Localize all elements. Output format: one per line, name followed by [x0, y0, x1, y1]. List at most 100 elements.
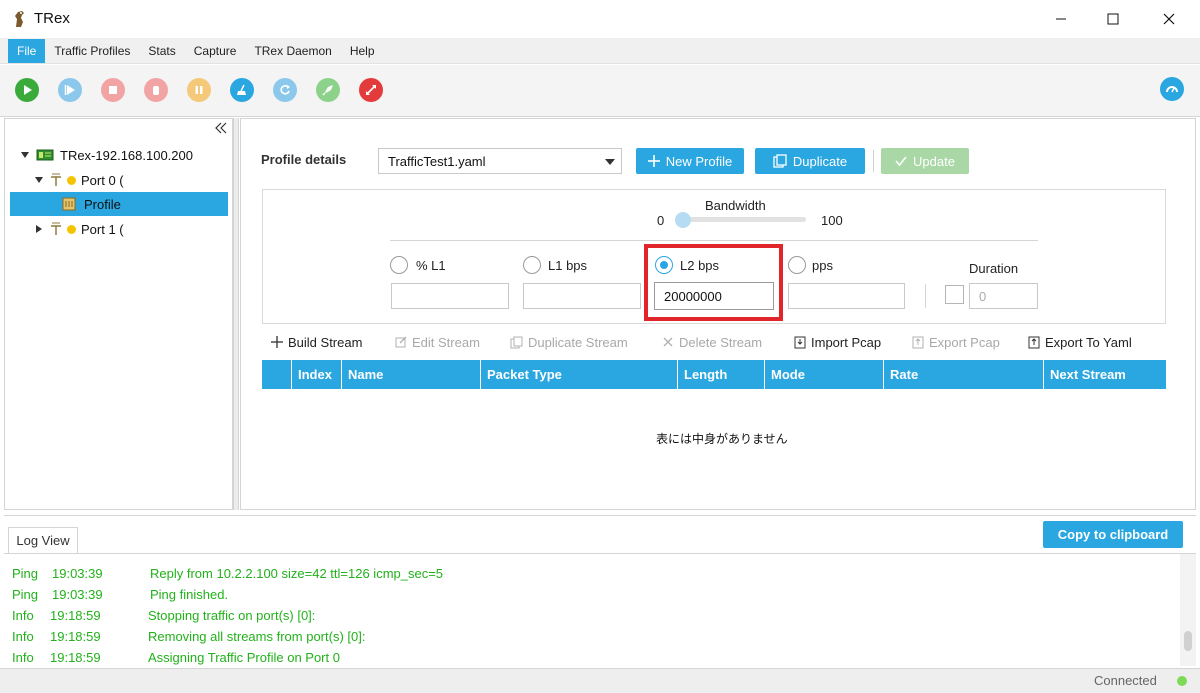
menu-traffic-profiles[interactable]: Traffic Profiles — [45, 39, 139, 63]
edit-stream-button[interactable]: Edit Stream — [395, 334, 480, 350]
bandwidth-label: Bandwidth — [705, 198, 766, 213]
log-view-tab[interactable]: Log View — [8, 527, 78, 553]
resume-icon — [64, 85, 75, 95]
log-time: 19:03:39 — [52, 587, 103, 602]
l1-percent-input[interactable] — [391, 283, 509, 309]
streams-table-header: Index Name Packet Type Length Mode Rate … — [262, 360, 1166, 389]
column-next-stream[interactable]: Next Stream — [1043, 360, 1166, 389]
main-toolbar — [0, 65, 1200, 117]
collapse-panel-icon[interactable] — [214, 122, 228, 134]
status-bar: Connected — [0, 668, 1200, 693]
close-icon — [663, 337, 673, 347]
tree-item-profile[interactable]: Profile — [10, 192, 228, 216]
check-icon — [895, 156, 907, 167]
radio-pps[interactable] — [788, 256, 806, 274]
l2-bps-value: 20000000 — [664, 288, 722, 304]
log-message: Removing all streams from port(s) [0]: — [148, 629, 366, 644]
column-index[interactable]: Index — [291, 360, 341, 389]
menu-capture[interactable]: Capture — [185, 39, 246, 63]
radio-l2-bps[interactable] — [655, 256, 673, 274]
menu-stats[interactable]: Stats — [139, 39, 184, 63]
window-title: TRex — [34, 10, 70, 27]
dashboard-button[interactable] — [1160, 77, 1184, 101]
log-time: 19:03:39 — [52, 566, 103, 581]
hand-stop-icon — [153, 86, 159, 95]
l2-bps-input[interactable]: 20000000 — [654, 282, 774, 310]
profile-select[interactable]: TrafficTest1.yaml — [378, 148, 622, 174]
pause-button[interactable] — [187, 78, 211, 102]
log-message: Ping finished. — [150, 587, 229, 602]
tree-item-server[interactable]: TRex-192.168.100.200 — [20, 143, 193, 167]
profile-select-value: TrafficTest1.yaml — [388, 153, 486, 169]
tree-port1-label: Port 1 ( — [81, 221, 124, 237]
expand-down-icon — [35, 177, 43, 183]
radio-l1-bps[interactable] — [523, 256, 541, 274]
copy-to-clipboard-button[interactable]: Copy to clipboard — [1043, 521, 1183, 548]
log-text-area[interactable]: Ping 19:03:39 Reply from 10.2.2.100 size… — [4, 553, 1196, 667]
start-button[interactable] — [15, 78, 39, 102]
new-profile-button[interactable]: New Profile — [636, 148, 744, 174]
log-level: Info — [12, 629, 34, 644]
table-empty-message: 表には中身がありません — [656, 432, 788, 446]
refresh-button[interactable] — [273, 78, 297, 102]
close-button[interactable] — [1146, 0, 1192, 38]
bandwidth-max-label: 100 — [821, 213, 843, 228]
radio-l1-percent[interactable] — [390, 256, 408, 274]
port-antenna-icon — [51, 173, 61, 186]
duplicate-stream-button[interactable]: Duplicate Stream — [510, 334, 628, 350]
import-icon — [794, 336, 806, 348]
export-pcap-button[interactable]: Export Pcap — [912, 334, 1000, 350]
column-rate[interactable]: Rate — [883, 360, 1044, 389]
duration-checkbox[interactable] — [945, 285, 964, 304]
expand-right-icon — [36, 225, 42, 233]
menu-file[interactable]: File — [8, 38, 46, 63]
menu-trex-daemon[interactable]: TRex Daemon — [245, 39, 340, 63]
disconnect-button[interactable] — [359, 78, 383, 102]
delete-stream-label: Delete Stream — [679, 334, 763, 350]
column-name[interactable]: Name — [341, 360, 481, 389]
radio-l2-bps-label: L2 bps — [680, 258, 720, 273]
duplicate-label: Duplicate — [792, 153, 848, 169]
minimize-button[interactable] — [1038, 0, 1084, 38]
duplicate-button[interactable]: Duplicate — [755, 148, 865, 174]
column-length[interactable]: Length — [677, 360, 764, 389]
panel-splitter[interactable] — [233, 118, 239, 510]
pps-input[interactable] — [788, 283, 905, 309]
menu-bar: File Traffic Profiles Stats Capture TRex… — [0, 38, 1200, 64]
delete-stream-button[interactable]: Delete Stream — [662, 334, 762, 350]
bandwidth-slider-thumb[interactable] — [675, 212, 691, 228]
export-yaml-button[interactable]: Export To Yaml — [1028, 334, 1132, 350]
stop-all-button[interactable] — [144, 78, 168, 102]
new-profile-label: New Profile — [665, 153, 733, 169]
duration-label: Duration — [969, 261, 1019, 276]
log-message: Reply from 10.2.2.100 size=42 ttl=126 ic… — [150, 566, 444, 581]
l1-bps-input[interactable] — [523, 283, 641, 309]
tree-item-port1[interactable]: Port 1 ( — [34, 217, 124, 241]
dashboard-icon — [1166, 86, 1178, 93]
clear-stats-button[interactable] — [230, 78, 254, 102]
log-scrollbar-thumb[interactable] — [1184, 631, 1192, 651]
bandwidth-slider-track[interactable] — [678, 217, 806, 222]
radio-l1-bps-label: L1 bps — [548, 258, 588, 273]
resume-button[interactable] — [58, 78, 82, 102]
edit-icon — [395, 336, 407, 348]
port-antenna-icon — [51, 222, 61, 235]
menu-help[interactable]: Help — [341, 39, 384, 63]
export-icon — [912, 336, 924, 348]
port-status-dot — [67, 224, 76, 234]
duration-input[interactable]: 0 — [969, 283, 1038, 309]
tree-item-port0[interactable]: Port 0 ( — [34, 168, 124, 192]
log-time: 19:18:59 — [50, 629, 101, 644]
stop-button[interactable] — [101, 78, 125, 102]
maximize-button[interactable] — [1090, 0, 1136, 38]
column-mode[interactable]: Mode — [764, 360, 884, 389]
update-button[interactable]: Update — [881, 148, 969, 174]
import-pcap-label: Import Pcap — [811, 334, 882, 350]
launch-button[interactable] — [316, 78, 340, 102]
rocket-icon — [322, 85, 333, 96]
column-packet-type[interactable]: Packet Type — [480, 360, 678, 389]
import-pcap-button[interactable]: Import Pcap — [794, 334, 881, 350]
log-time: 19:18:59 — [50, 608, 101, 623]
build-stream-button[interactable]: Build Stream — [271, 334, 362, 350]
connection-status-label: Connected — [1094, 673, 1157, 688]
